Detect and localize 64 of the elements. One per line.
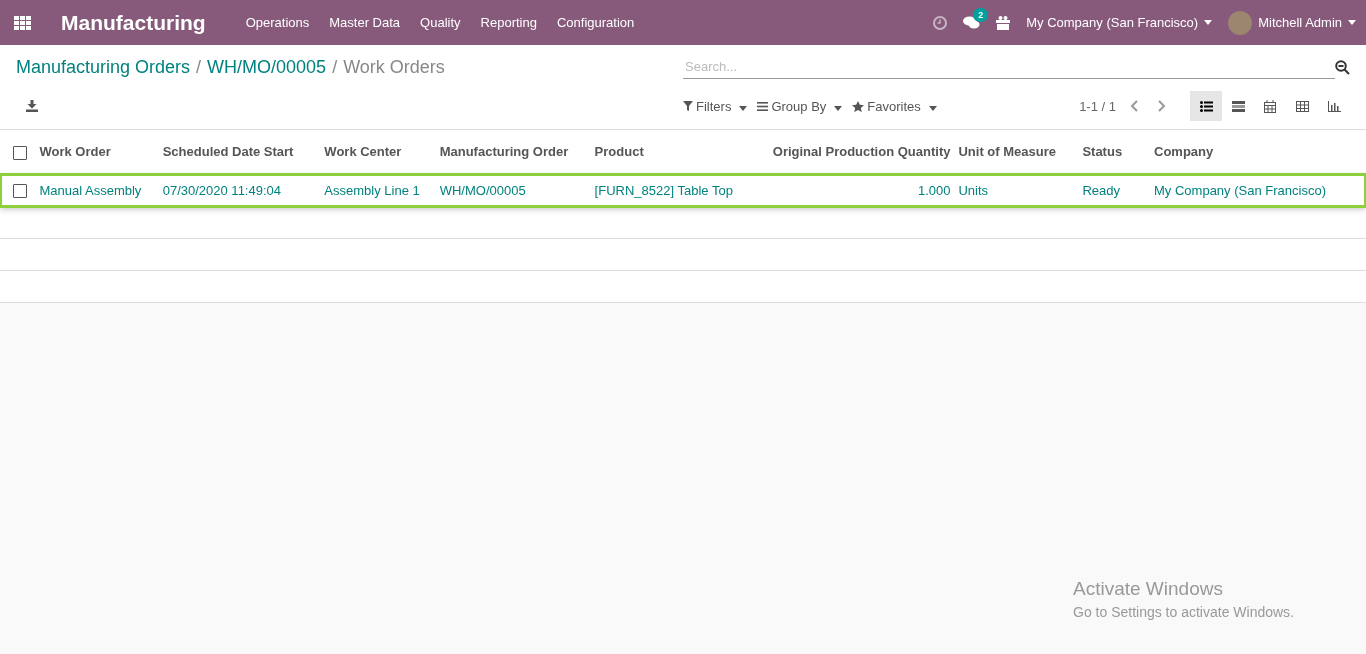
column-header[interactable]: Status <box>1078 130 1150 175</box>
gift-icon[interactable] <box>996 15 1011 30</box>
breadcrumb-link[interactable]: WH/MO/00005 <box>207 56 327 78</box>
table-cell: Ready <box>1078 174 1150 207</box>
pager-value[interactable]: 1-1 / 1 <box>1079 98 1116 114</box>
table-cell: 07/30/2020 11:49:04 <box>158 174 321 207</box>
caret-icon <box>1348 20 1356 25</box>
table-cell: WH/MO/00005 <box>435 174 591 207</box>
table-cell: My Company (San Francisco) <box>1150 174 1366 207</box>
column-header[interactable]: Manufacturing Order <box>435 130 591 175</box>
breadcrumb-current: Work Orders <box>343 56 445 78</box>
table-icon <box>1295 100 1309 112</box>
column-header[interactable]: Work Order <box>35 130 159 175</box>
breadcrumb-link[interactable]: Manufacturing Orders <box>16 56 191 78</box>
chevron-right-icon[interactable] <box>1158 100 1166 112</box>
menu-item[interactable]: Operations <box>245 15 310 30</box>
message-count-badge: 2 <box>973 7 989 22</box>
apps-grid-icon[interactable] <box>14 15 31 30</box>
table-cell: [FURN_8522] Table Top <box>590 174 769 207</box>
menu-icon <box>757 101 769 111</box>
star-icon <box>852 100 865 112</box>
chevron-left-icon[interactable] <box>1130 100 1138 112</box>
menu-item[interactable]: Configuration <box>556 15 635 30</box>
menu-item[interactable]: Quality <box>420 15 461 30</box>
caret-icon <box>739 105 748 111</box>
caret-icon <box>928 105 937 111</box>
table-cell: 1.000 <box>768 174 955 207</box>
caret-icon <box>1204 20 1213 25</box>
activation-title: Activate Windows <box>1073 578 1224 600</box>
app-title: Manufacturing <box>61 10 206 35</box>
kanban-icon <box>1231 100 1245 112</box>
avatar-placeholder <box>1228 10 1253 35</box>
list-icon <box>1199 100 1213 112</box>
user-menu[interactable]: Mitchell Admin <box>1228 10 1356 35</box>
search-option-dropdown[interactable]: Favorites <box>852 98 937 114</box>
table-cell: Assembly Line 1 <box>320 174 436 207</box>
clock-icon[interactable] <box>933 15 948 30</box>
search-field[interactable]: Search... <box>683 55 1335 79</box>
caret-icon <box>834 105 843 111</box>
company-switcher[interactable]: My Company (San Francisco) <box>1026 15 1213 30</box>
column-header[interactable]: Product <box>590 130 769 175</box>
row-checkbox[interactable] <box>12 184 27 199</box>
view-switch-button[interactable] <box>1190 91 1222 121</box>
breadcrumb-separator: / <box>196 56 202 78</box>
column-header[interactable]: Original Production Quantity <box>768 130 955 175</box>
table-cell: Manual Assembly <box>35 174 159 207</box>
activation-message: Go to Settings to activate Windows. <box>1073 604 1294 620</box>
download-icon[interactable] <box>26 100 38 112</box>
search-option-dropdown[interactable]: Filters <box>683 98 748 114</box>
bar-chart-icon <box>1327 100 1341 112</box>
search-icon[interactable] <box>1335 59 1350 75</box>
filter-icon <box>683 101 693 111</box>
menu-item[interactable]: Reporting <box>480 15 537 30</box>
highlighted-row[interactable]: Manual Assembly 07/30/2020 11:49:04 Assembly Line 1 WH/MO/00005 [FURN_8522] Table Top 1.000 Units Ready My Company (San Francisco) <box>0 174 1366 207</box>
table-cell: Units <box>954 174 1079 207</box>
select-all-checkbox[interactable] <box>12 145 27 160</box>
calendar-icon <box>1264 99 1276 113</box>
column-header[interactable]: Unit of Measure <box>954 130 1079 175</box>
column-header[interactable]: Work Center <box>320 130 436 175</box>
breadcrumb-separator: / <box>332 56 338 78</box>
search-option-dropdown[interactable]: Group By <box>757 98 843 114</box>
column-header[interactable]: Company <box>1150 130 1366 175</box>
column-header[interactable]: Scheduled Date Start <box>158 130 321 175</box>
menu-item[interactable]: Master Data <box>329 15 401 30</box>
